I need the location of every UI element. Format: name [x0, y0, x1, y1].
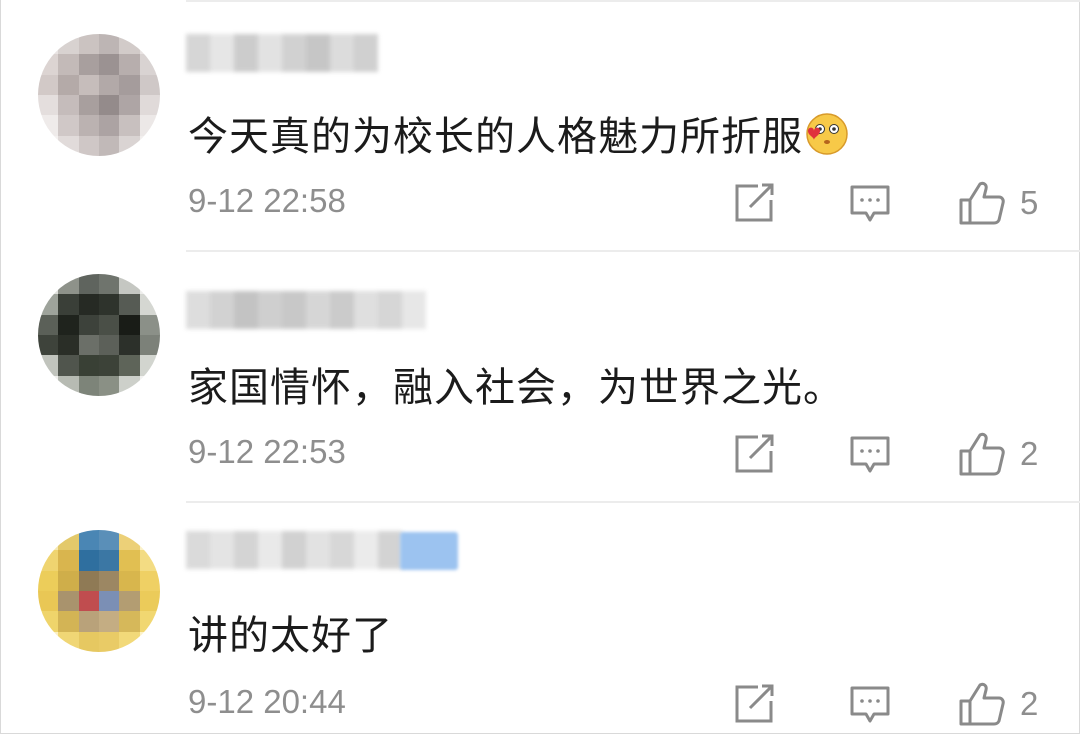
timestamp: 9-12 22:58: [188, 182, 346, 219]
share-button[interactable]: [734, 434, 776, 474]
share-button[interactable]: [734, 183, 776, 223]
like-count: 5: [1020, 184, 1039, 221]
smiling-face-with-heart-icon: [805, 112, 849, 166]
user-badge: [400, 532, 458, 570]
comment-content: 今天真的为校长的人格魅力所折服: [188, 114, 803, 160]
avatar[interactable]: [38, 34, 160, 156]
like-button[interactable]: 5: [958, 180, 1038, 226]
comment-content: 家国情怀，融入社会，为世界之光。: [188, 365, 844, 411]
timestamp: 9-12 20:44: [188, 683, 346, 720]
like-button[interactable]: 2: [958, 431, 1038, 477]
reply-icon: [850, 686, 890, 723]
comment-content: 讲的太好了: [188, 613, 393, 659]
avatar[interactable]: [38, 530, 160, 652]
username-blurred[interactable]: [186, 34, 378, 72]
reply-icon: [850, 185, 890, 222]
reply-button[interactable]: [849, 184, 891, 224]
thumbs-up-icon: [959, 682, 1005, 726]
share-icon: [735, 183, 774, 222]
comment-item: 今天真的为校长的人格魅力所折服 9-12 22:58 5: [0, 0, 1080, 250]
comment-item: 家国情怀，融入社会，为世界之光。 9-12 22:53 2: [0, 251, 1080, 501]
thumbs-up-icon: [959, 432, 1005, 476]
reply-icon: [850, 436, 890, 473]
username-blurred[interactable]: [186, 291, 426, 329]
reply-button[interactable]: [849, 685, 891, 725]
comment-item: 讲的太好了 9-12 20:44 2: [0, 502, 1080, 752]
username-blurred[interactable]: [186, 531, 402, 569]
share-icon: [735, 434, 774, 473]
comment-text: 讲的太好了: [188, 603, 393, 661]
like-button[interactable]: 2: [958, 681, 1038, 727]
thumbs-up-icon: [959, 181, 1005, 225]
avatar[interactable]: [38, 274, 160, 396]
comment-text: 今天真的为校长的人格魅力所折服: [188, 104, 849, 166]
share-button[interactable]: [734, 684, 776, 724]
like-count: 2: [1020, 435, 1039, 472]
timestamp: 9-12 22:53: [188, 433, 346, 470]
reply-button[interactable]: [849, 435, 891, 475]
share-icon: [735, 684, 774, 723]
comment-text: 家国情怀，融入社会，为世界之光。: [188, 355, 844, 413]
like-count: 2: [1020, 685, 1039, 722]
